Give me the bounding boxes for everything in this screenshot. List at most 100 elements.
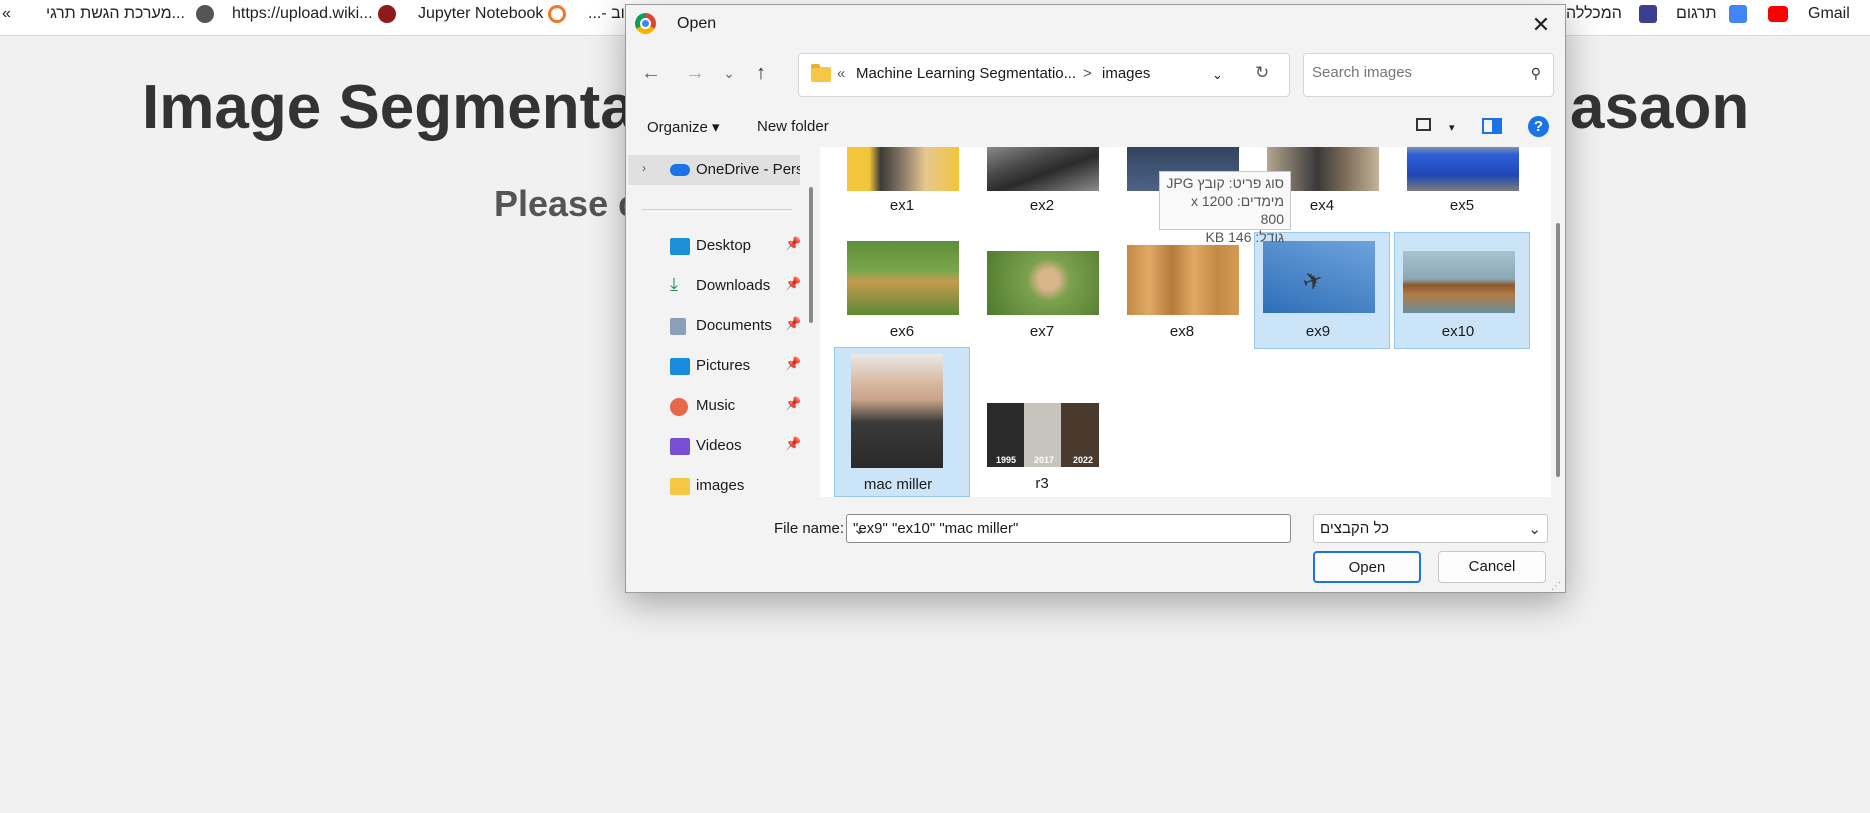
file-tile-ex1[interactable]: ex1 xyxy=(834,147,970,219)
bookmarks-overflow-button[interactable]: « xyxy=(2,0,11,28)
pin-icon[interactable]: 📌 xyxy=(785,436,800,452)
thumbnail: 1995 2017 2022 xyxy=(987,403,1099,467)
pin-icon[interactable]: 📌 xyxy=(785,396,800,412)
organize-menu-button[interactable]: Organize ▾ xyxy=(647,118,720,136)
dialog-footer: File name: "ex9" "ex10" "mac miller" ⌄ כ… xyxy=(626,500,1565,592)
recent-locations-chevron-icon[interactable]: ⌄ xyxy=(715,59,743,87)
open-button[interactable]: Open xyxy=(1313,551,1421,583)
sidebar-item-pictures[interactable]: Pictures 📌 xyxy=(628,351,800,381)
sidebar-item-label: Music xyxy=(696,397,736,414)
file-tooltip: סוג פריט: קובץ JPG מימדים: 1200 x 800 גו… xyxy=(1159,171,1291,245)
sidebar-divider xyxy=(642,209,792,210)
google-translate-icon xyxy=(1729,5,1747,23)
pin-icon[interactable]: 📌 xyxy=(785,356,800,372)
wikimedia-icon xyxy=(378,5,396,23)
documents-icon xyxy=(670,318,686,335)
page-subtitle: Please c xyxy=(494,183,639,224)
file-name-field[interactable]: "ex9" "ex10" "mac miller" ⌄ xyxy=(846,514,1291,543)
file-tile-ex9[interactable]: ✈ ex9 xyxy=(1254,232,1390,349)
address-bar[interactable]: « Machine Learning Segmentatio... > imag… xyxy=(798,53,1290,97)
thumbnail xyxy=(1127,245,1239,315)
bookmark-heb-submission[interactable]: מערכת הגשת תרגי... xyxy=(46,0,185,28)
forward-arrow-icon[interactable]: → xyxy=(681,59,709,87)
view-options-chevron-icon[interactable]: ▾ xyxy=(1449,121,1455,134)
college-icon xyxy=(1639,5,1657,23)
sidebar-item-downloads[interactable]: ⤓ Downloads 📌 xyxy=(628,271,800,301)
breadcrumb-parent[interactable]: Machine Learning Segmentatio... xyxy=(856,65,1076,82)
file-name: ex9 xyxy=(1305,323,1331,340)
sidebar-item-label: Downloads xyxy=(696,277,771,294)
bookmark-upload-wiki[interactable]: https://upload.wiki... xyxy=(232,0,373,28)
sidebar-item-label: Videos xyxy=(696,437,742,454)
tooltip-type: סוג פריט: קובץ JPG xyxy=(1166,175,1284,191)
refresh-icon[interactable]: ↻ xyxy=(1255,63,1269,83)
file-tile-ex8[interactable]: ex8 xyxy=(1114,235,1250,349)
folder-icon xyxy=(670,478,690,495)
dialog-title: Open xyxy=(677,15,717,32)
cancel-button[interactable]: Cancel xyxy=(1438,551,1546,583)
search-icon[interactable]: ⚲ xyxy=(1531,65,1541,82)
bookmark-college[interactable]: המכללה xyxy=(1566,0,1622,28)
breadcrumb-overflow[interactable]: « xyxy=(837,65,845,82)
sidebar-item-label: Desktop xyxy=(696,237,752,254)
bookmark-jupyter[interactable]: Jupyter Notebook xyxy=(418,0,543,28)
file-name: ex10 xyxy=(1441,323,1475,340)
bookmark-dots[interactable]: ...- וב xyxy=(588,0,625,28)
bookmark-gmail[interactable]: Gmail xyxy=(1808,0,1850,28)
sidebar-item-videos[interactable]: Videos 📌 xyxy=(628,431,800,461)
back-arrow-icon[interactable]: ← xyxy=(637,59,665,87)
file-name: mac miller xyxy=(863,476,933,493)
sidebar-item-desktop[interactable]: Desktop 📌 xyxy=(628,231,800,261)
file-name: ex8 xyxy=(1169,323,1195,340)
help-icon[interactable]: ? xyxy=(1528,116,1549,137)
dialog-titlebar[interactable]: Open ✕ xyxy=(626,5,1565,45)
pin-icon[interactable]: 📌 xyxy=(785,276,800,292)
new-folder-button[interactable]: New folder xyxy=(757,118,829,135)
file-name: ex1 xyxy=(889,197,915,214)
file-tile-ex5[interactable]: ex5 xyxy=(1394,147,1530,219)
pin-icon[interactable]: 📌 xyxy=(785,316,800,332)
search-input[interactable] xyxy=(1312,64,1512,81)
search-box[interactable]: ⚲ xyxy=(1303,53,1554,97)
sidebar-item-images[interactable]: images xyxy=(628,471,800,497)
file-tile-ex6[interactable]: ex6 xyxy=(834,235,970,349)
file-tile-ex7[interactable]: ex7 xyxy=(974,235,1110,349)
sidebar-item-label: images xyxy=(696,477,745,494)
breadcrumb-current[interactable]: images xyxy=(1102,65,1150,82)
file-type-chevron-icon[interactable]: ⌄ xyxy=(1320,520,1541,538)
sidebar-item-documents[interactable]: Documents 📌 xyxy=(628,311,800,341)
file-name: ex2 xyxy=(1029,197,1055,214)
thumbnail xyxy=(847,241,959,315)
close-icon[interactable]: ✕ xyxy=(1527,11,1555,39)
expand-chevron-icon[interactable]: › xyxy=(642,161,646,175)
file-name-history-chevron-icon[interactable]: ⌄ xyxy=(853,520,1284,538)
thumbnail xyxy=(1403,251,1515,313)
file-type-select[interactable]: כל הקבצים ⌄ xyxy=(1313,514,1548,543)
year-label: 2022 xyxy=(1073,455,1094,465)
bookmark-translate[interactable]: תרגום xyxy=(1676,0,1717,28)
page-title: Image Segmentat xyxy=(142,73,656,142)
videos-icon xyxy=(670,438,690,455)
file-tile-mac-miller[interactable]: mac miller xyxy=(834,347,970,497)
jupyter-icon xyxy=(548,5,566,23)
airplane-icon: ✈ xyxy=(1298,265,1328,298)
sidebar-item-onedrive[interactable]: › OneDrive - Perso xyxy=(628,155,800,185)
sidebar-scrollbar[interactable] xyxy=(809,187,813,323)
file-tile-ex2[interactable]: ex2 xyxy=(974,147,1110,219)
preview-pane-icon[interactable] xyxy=(1482,118,1502,134)
file-tile-ex10[interactable]: ex10 xyxy=(1394,232,1530,349)
chrome-icon xyxy=(635,13,656,34)
pin-icon[interactable]: 📌 xyxy=(785,236,800,252)
address-dropdown-chevron-icon[interactable]: ⌄ xyxy=(1212,67,1223,83)
change-view-icon[interactable] xyxy=(1416,118,1431,131)
thumbnail xyxy=(987,147,1099,191)
file-tile-r3[interactable]: 1995 2017 2022 r3 xyxy=(974,347,1110,497)
globe-icon xyxy=(196,5,214,23)
resize-grip-icon[interactable]: ⋰ xyxy=(1551,581,1561,592)
file-list-scrollbar[interactable] xyxy=(1556,223,1560,477)
navigation-pane: › OneDrive - Perso Desktop 📌 ⤓ Downloads… xyxy=(628,147,800,497)
youtube-icon[interactable] xyxy=(1768,6,1788,22)
sidebar-item-music[interactable]: Music 📌 xyxy=(628,391,800,421)
year-label: 2017 xyxy=(1034,455,1055,465)
up-arrow-icon[interactable]: ↑ xyxy=(747,59,775,87)
